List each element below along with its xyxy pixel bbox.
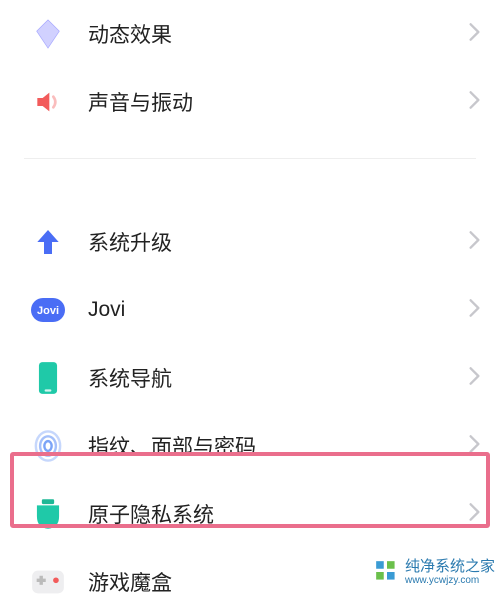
phone-icon — [30, 360, 66, 396]
gamepad-icon — [30, 564, 66, 600]
chevron-right-icon — [469, 367, 480, 390]
jovi-icon: Jovi — [30, 292, 66, 328]
settings-label: 动态效果 — [88, 19, 469, 49]
watermark-logo-icon — [374, 559, 400, 585]
settings-label: 指纹、面部与密码 — [88, 431, 469, 461]
svg-text:Jovi: Jovi — [37, 305, 59, 317]
settings-row-upgrade[interactable]: 系统升级 — [0, 208, 500, 276]
settings-row-biometrics[interactable]: 指纹、面部与密码 — [0, 412, 500, 480]
diamond-icon — [30, 16, 66, 52]
settings-row-jovi[interactable]: Jovi Jovi — [0, 276, 500, 344]
settings-label: 系统导航 — [88, 363, 469, 393]
settings-row-privacy[interactable]: 原子隐私系统 — [0, 480, 500, 548]
chevron-right-icon — [469, 23, 480, 46]
settings-row-navigation[interactable]: 系统导航 — [0, 344, 500, 412]
chevron-right-icon — [469, 91, 480, 114]
upgrade-arrow-icon — [30, 224, 66, 260]
settings-label: 声音与振动 — [88, 87, 469, 117]
settings-row-sound[interactable]: 声音与振动 — [0, 68, 500, 136]
chevron-right-icon — [469, 503, 480, 526]
speaker-icon — [30, 84, 66, 120]
settings-label: Jovi — [88, 298, 469, 322]
settings-label: 系统升级 — [88, 227, 469, 257]
watermark-url: www.ycwjzy.com — [405, 575, 495, 586]
chevron-right-icon — [469, 231, 480, 254]
settings-label: 原子隐私系统 — [88, 499, 469, 529]
fingerprint-icon — [30, 428, 66, 464]
settings-row-effects[interactable]: 动态效果 — [0, 0, 500, 68]
section-gap — [0, 158, 500, 208]
watermark-title: 纯净系统之家 — [405, 559, 495, 576]
chevron-right-icon — [469, 435, 480, 458]
chevron-right-icon — [469, 299, 480, 322]
watermark: 纯净系统之家 www.ycwjzy.com — [374, 559, 495, 587]
privacy-shield-icon — [30, 496, 66, 532]
settings-list: 动态效果 声音与振动 系统升级 — [0, 0, 500, 616]
